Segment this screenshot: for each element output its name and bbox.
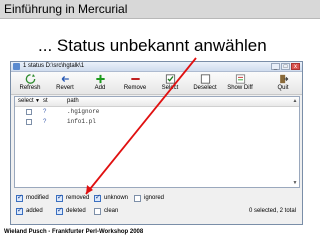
select-label: Select xyxy=(161,85,179,91)
list-header: select ▼ st path xyxy=(15,97,299,107)
status-filters: modified removed unknown ignored added d… xyxy=(14,192,300,222)
remove-icon xyxy=(130,78,140,80)
filter-checkbox[interactable] xyxy=(94,208,101,215)
revert-button[interactable]: Revert xyxy=(48,73,82,93)
filter-label: clean xyxy=(104,208,119,214)
slide-header: Einführung in Mercurial xyxy=(0,0,320,19)
deselect-button[interactable]: Deselect xyxy=(188,73,222,93)
filter-label: unknown xyxy=(104,195,129,201)
window-title: 1 status D:\src\hgtalk\1 xyxy=(23,63,85,69)
remove-label: Remove xyxy=(123,85,147,91)
add-icon xyxy=(95,74,105,84)
column-st[interactable]: st xyxy=(43,97,48,106)
filter-checkbox[interactable] xyxy=(16,193,23,202)
refresh-label: Refresh xyxy=(19,85,41,91)
column-select[interactable]: select xyxy=(18,97,34,106)
filter-checkbox[interactable] xyxy=(56,206,63,215)
close-button[interactable]: x xyxy=(291,63,300,70)
deselect-icon xyxy=(200,74,210,84)
maximize-button[interactable]: □ xyxy=(281,63,290,70)
filter-checkbox[interactable] xyxy=(94,193,101,202)
select-button[interactable]: Select xyxy=(153,73,187,93)
slide-footer: Wieland Pusch - Frankfurter Perl-Worksho… xyxy=(4,229,144,235)
select-icon xyxy=(165,74,175,84)
quit-icon xyxy=(279,74,288,84)
filter-label: added xyxy=(26,208,43,214)
slide-title: Einführung in Mercurial xyxy=(4,2,128,16)
window-titlebar[interactable]: 1 status D:\src\hgtalk\1 _ □ x xyxy=(11,62,302,72)
list-item[interactable]: ? .hgignore xyxy=(15,107,299,117)
slide-headline: ... Status unbekannt anwählen xyxy=(38,36,267,55)
remove-button[interactable]: Remove xyxy=(118,73,152,93)
row-status: ? xyxy=(43,119,47,125)
refresh-icon xyxy=(25,74,35,84)
show-diff-icon xyxy=(235,74,245,84)
revert-icon xyxy=(61,76,69,82)
selection-count: 0 selected, 2 total xyxy=(248,208,296,214)
row-path: .hgignore xyxy=(67,108,100,115)
filter-checkbox[interactable] xyxy=(16,206,23,215)
file-list[interactable]: select ▼ st path ? .hgignore ? info1.pl … xyxy=(14,96,300,188)
filter-label: removed xyxy=(66,195,90,201)
show-diff-button[interactable]: Show Diff xyxy=(223,73,257,93)
row-checkbox[interactable] xyxy=(26,119,32,125)
minimize-button[interactable]: _ xyxy=(271,63,280,70)
sort-arrow-icon: ▼ xyxy=(35,98,40,104)
row-status: ? xyxy=(43,109,47,115)
deselect-label: Deselect xyxy=(193,85,217,91)
filter-label: modified xyxy=(26,195,49,201)
app-icon xyxy=(13,63,20,70)
filter-label: ignored xyxy=(144,195,165,201)
toolbar: Refresh Revert Add Remove Select Deselec… xyxy=(11,72,302,95)
filter-label: deleted xyxy=(66,208,86,214)
show-diff-label: Show Diff xyxy=(227,85,253,91)
quit-button[interactable]: Quit xyxy=(266,73,300,93)
status-window: 1 status D:\src\hgtalk\1 _ □ x Refresh R… xyxy=(10,61,303,225)
list-item[interactable]: ? info1.pl xyxy=(15,117,299,127)
row-checkbox[interactable] xyxy=(26,109,32,115)
filter-checkbox[interactable] xyxy=(56,193,63,202)
refresh-button[interactable]: Refresh xyxy=(13,73,47,93)
column-path[interactable]: path xyxy=(67,97,79,106)
revert-label: Revert xyxy=(56,85,74,91)
quit-label: Quit xyxy=(277,85,289,91)
scroll-down-icon[interactable]: ▼ xyxy=(292,180,298,186)
scroll-up-icon[interactable]: ▲ xyxy=(292,98,298,104)
add-label: Add xyxy=(94,85,106,91)
add-button[interactable]: Add xyxy=(83,73,117,93)
row-path: info1.pl xyxy=(67,118,96,125)
filter-checkbox[interactable] xyxy=(134,195,141,202)
